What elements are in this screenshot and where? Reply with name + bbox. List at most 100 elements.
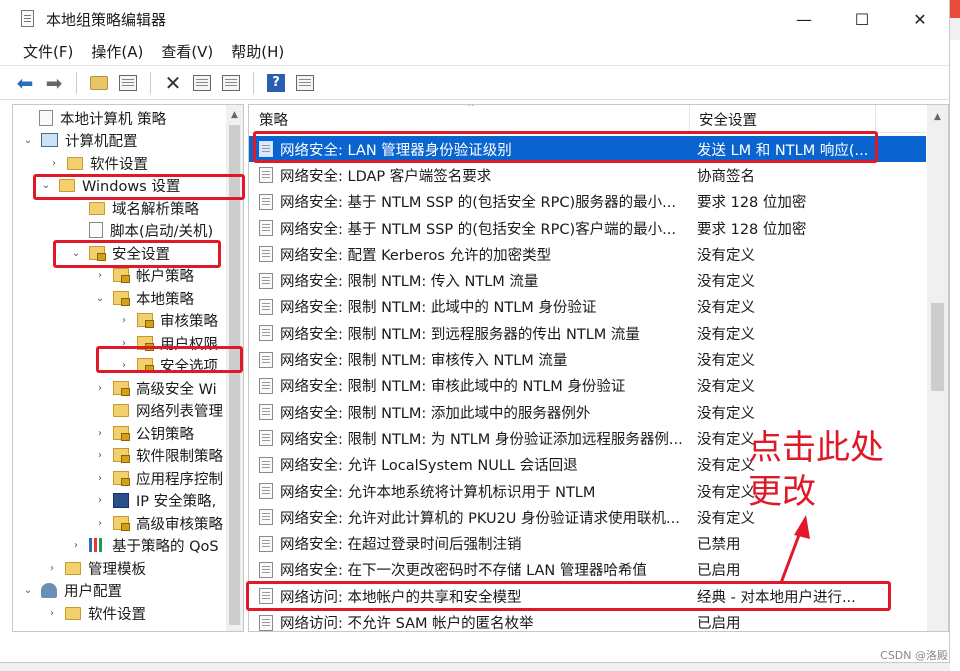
action-pane-icon[interactable] (292, 70, 318, 96)
policy-row[interactable]: 网络安全: 允许本地系统将计算机标识用于 NTLM 没有定义 (249, 478, 926, 504)
forward-arrow-icon[interactable]: ➡ (41, 70, 67, 96)
policy-name: 网络安全: 限制 NTLM: 添加此域中的服务器例外 (280, 405, 591, 422)
menu-file[interactable]: 文件(F) (14, 41, 82, 62)
tree-item[interactable]: › 基于策略的 QoS (69, 534, 219, 557)
policy-row[interactable]: 网络安全: 限制 NTLM: 添加此域中的服务器例外 没有定义 (249, 399, 926, 425)
back-arrow-icon[interactable]: ⬅ (12, 70, 38, 96)
document-icon (39, 110, 53, 127)
maximize-button[interactable]: ☐ (833, 0, 891, 38)
policy-row[interactable]: 网络安全: 限制 NTLM: 审核此域中的 NTLM 身份验证 没有定义 (249, 373, 926, 399)
expand-down-icon[interactable]: ⌄ (21, 135, 35, 146)
close-button[interactable]: ✕ (891, 0, 949, 38)
tree-scroll-thumb[interactable] (229, 125, 240, 625)
tree-item-label: 软件限制策略 (136, 448, 223, 465)
lock-folder-icon (113, 381, 130, 397)
properties-icon[interactable] (189, 70, 215, 96)
tree-item[interactable]: ⌄ 用户配置 (21, 579, 122, 602)
tree-item[interactable]: › 应用程序控制 (93, 467, 223, 490)
tree-item-label: 本地策略 (136, 291, 194, 308)
policy-name: 网络安全: 配置 Kerberos 允许的加密类型 (280, 247, 552, 264)
chevron-right-icon[interactable]: › (47, 158, 61, 169)
policy-row[interactable]: 网络安全: 允许对此计算机的 PKU2U 身份验证请求使用联机... 没有定义 (249, 504, 926, 530)
chevron-right-icon[interactable]: › (93, 495, 107, 506)
tree-item[interactable]: 脚本(启动/关机) (69, 219, 213, 242)
tree-item[interactable]: › 管理模板 (45, 557, 146, 580)
policy-setting: 没有定义 (697, 274, 755, 291)
policy-icon (259, 377, 273, 394)
policy-row[interactable]: 网络安全: 限制 NTLM: 传入 NTLM 流量 没有定义 (249, 268, 926, 294)
policy-icon (259, 614, 273, 631)
title-bar[interactable]: 本地组策略编辑器 — ☐ ✕ (0, 0, 949, 38)
policy-setting: 没有定义 (697, 353, 755, 370)
tree-item[interactable]: › 公钥策略 (93, 422, 194, 445)
watermark: CSDN @洛殿 (880, 649, 948, 662)
policy-setting: 已启用 (697, 563, 741, 580)
chevron-right-icon[interactable]: › (45, 608, 59, 619)
policy-setting: 协商签名 (697, 168, 755, 185)
policy-row[interactable]: 网络安全: 限制 NTLM: 审核传入 NTLM 流量 没有定义 (249, 346, 926, 372)
tree-item[interactable]: › 高级审核策略 (93, 512, 223, 535)
tree-item[interactable]: 网络列表管理 (93, 399, 223, 422)
menu-action[interactable]: 操作(A) (82, 41, 152, 62)
policy-list[interactable]: ^ 策略 安全设置 网络安全: LAN 管理器身份验证级别 发送 LM 和 NTL… (248, 104, 949, 632)
expand-down-icon[interactable]: ⌄ (93, 293, 107, 304)
scroll-up-icon[interactable]: ▲ (929, 109, 946, 126)
policy-name: 网络安全: 基于 NTLM SSP 的(包括安全 RPC)服务器的最小... (280, 195, 676, 212)
chevron-right-icon[interactable]: › (93, 450, 107, 461)
tree-item-label: 软件设置 (88, 606, 146, 623)
folder-icon (89, 201, 105, 215)
policy-name: 网络安全: 在下一次更改密码时不存储 LAN 管理器哈希值 (280, 563, 647, 580)
tree-item-label: 管理模板 (88, 561, 146, 578)
list-scrollbar[interactable]: ▲ (927, 105, 948, 631)
toolbar-divider (150, 71, 151, 94)
policy-setting: 没有定义 (697, 405, 755, 422)
policy-row[interactable]: 网络安全: 基于 NTLM SSP 的(包括安全 RPC)客户端的最小... 要求… (249, 215, 926, 241)
tree-item[interactable]: › IP 安全策略, (93, 489, 216, 512)
menu-view[interactable]: 查看(V) (152, 41, 222, 62)
policy-row[interactable]: 网络安全: LDAP 客户端签名要求 协商签名 (249, 162, 926, 188)
menu-bar: 文件(F) 操作(A) 查看(V) 帮助(H) (0, 38, 949, 66)
minimize-button[interactable]: — (775, 0, 833, 38)
folder-icon (65, 606, 81, 620)
delete-icon[interactable]: ✕ (160, 70, 186, 96)
column-header-setting[interactable]: 安全设置 (689, 105, 875, 133)
policy-row[interactable]: 网络安全: 在超过登录时间后强制注销 已禁用 (249, 531, 926, 557)
policy-row[interactable]: 网络安全: 基于 NTLM SSP 的(包括安全 RPC)服务器的最小... 要求… (249, 189, 926, 215)
tree-item[interactable]: 本地计算机 策略 (19, 107, 166, 130)
chevron-right-icon[interactable]: › (93, 270, 107, 281)
tree-item[interactable]: › 高级安全 Wi (93, 377, 217, 400)
show-hide-tree-icon[interactable] (115, 70, 141, 96)
tree-item[interactable]: ⌄ 本地策略 (93, 287, 194, 310)
chevron-right-icon[interactable]: › (93, 383, 107, 394)
chevron-right-icon[interactable]: › (69, 540, 83, 551)
annotation-text-line2: 更改 (748, 472, 816, 512)
policy-row[interactable]: 网络安全: 限制 NTLM: 到远程服务器的传出 NTLM 流量 没有定义 (249, 320, 926, 346)
tree-item[interactable]: 域名解析策略 (69, 197, 199, 220)
tree-item[interactable]: ⌄ 计算机配置 (21, 129, 138, 152)
chevron-right-icon[interactable]: › (93, 428, 107, 439)
tree-item[interactable]: › 审核策略 (117, 309, 218, 332)
column-divider[interactable] (875, 105, 876, 133)
tree-item[interactable]: › 软件设置 (47, 152, 148, 175)
chevron-right-icon[interactable]: › (93, 518, 107, 529)
chevron-right-icon[interactable]: › (117, 315, 131, 326)
policy-row[interactable]: 网络安全: 在下一次更改密码时不存储 LAN 管理器哈希值 已启用 (249, 557, 926, 583)
tree-item[interactable]: › 软件限制策略 (93, 444, 223, 467)
policy-app-icon (18, 9, 38, 29)
up-folder-icon[interactable] (86, 70, 112, 96)
chevron-right-icon[interactable]: › (93, 473, 107, 484)
window-title: 本地组策略编辑器 (46, 10, 167, 29)
policy-row[interactable]: 网络访问: 不允许 SAM 帐户的匿名枚举 已启用 (249, 609, 926, 631)
menu-help[interactable]: 帮助(H) (222, 41, 293, 62)
column-header-policy[interactable]: 策略 (249, 105, 689, 133)
policy-setting: 要求 128 位加密 (697, 221, 807, 238)
export-list-icon[interactable] (218, 70, 244, 96)
chevron-right-icon[interactable]: › (45, 563, 59, 574)
expand-down-icon[interactable]: ⌄ (21, 585, 35, 596)
scroll-up-icon[interactable]: ▲ (226, 107, 243, 124)
tree-item[interactable]: › 软件设置 (45, 602, 146, 625)
policy-row[interactable]: 网络安全: 配置 Kerberos 允许的加密类型 没有定义 (249, 241, 926, 267)
list-scroll-thumb[interactable] (931, 303, 944, 391)
help-icon[interactable]: ? (263, 70, 289, 96)
policy-row[interactable]: 网络安全: 限制 NTLM: 此域中的 NTLM 身份验证 没有定义 (249, 294, 926, 320)
